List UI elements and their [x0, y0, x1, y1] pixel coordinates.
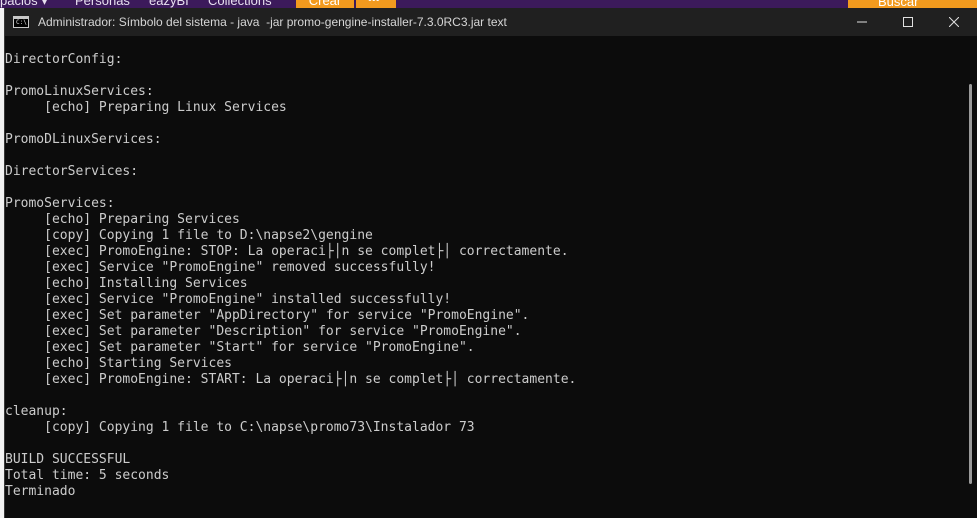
- scrollbar-thumb[interactable]: [969, 84, 972, 484]
- background-app-toolbar: pacios ▾ Personas eazyBI Collections Cre…: [0, 0, 977, 8]
- close-button[interactable]: [931, 8, 977, 36]
- console-line: [exec] Service "PromoEngine" removed suc…: [5, 260, 436, 275]
- console-line: [echo] Preparing Linux Services: [5, 100, 287, 115]
- console-line: cleanup:: [5, 404, 68, 419]
- bg-more-label: •••: [368, 0, 380, 6]
- command-prompt-icon: C:\: [13, 16, 29, 28]
- console-line: Terminado: [5, 484, 76, 499]
- console-line: [exec] Set parameter "Start" for service…: [5, 340, 475, 355]
- console-line: [copy] Copying 1 file to D:\napse2\gengi…: [5, 228, 373, 243]
- console-line: Total time: 5 seconds: [5, 468, 170, 483]
- bg-tab-collections[interactable]: Collections: [208, 0, 272, 8]
- bg-tab-eazybi[interactable]: eazyBI: [149, 0, 189, 8]
- minimize-icon: [857, 21, 867, 23]
- console-line: BUILD SUCCESSFUL: [5, 452, 131, 467]
- console-line: DirectorServices:: [5, 164, 139, 179]
- bg-tab-personas[interactable]: Personas: [75, 0, 130, 8]
- vertical-scrollbar[interactable]: [959, 36, 977, 518]
- console-line: PromoDLinuxServices:: [5, 132, 162, 147]
- command-prompt-icon-label: C:\: [16, 19, 27, 26]
- console-window[interactable]: C:\ Administrador: Símbolo del sistema -…: [4, 8, 977, 518]
- window-controls: [839, 8, 977, 36]
- console-line: [echo] Installing Services: [5, 276, 248, 291]
- console-line: PromoServices:: [5, 196, 115, 211]
- console-line: [exec] Set parameter "Description" for s…: [5, 324, 522, 339]
- console-text: DirectorConfig: PromoLinuxServices: [echo…: [5, 52, 576, 500]
- console-line: [echo] Starting Services: [5, 356, 232, 371]
- console-line: [echo] Preparing Services: [5, 212, 240, 227]
- maximize-icon: [903, 17, 913, 27]
- bg-search-field[interactable]: Buscar: [848, 0, 977, 8]
- console-line: [exec] Set parameter "AppDirectory" for …: [5, 308, 530, 323]
- console-line: [exec] PromoEngine: STOP: La operaci├│n …: [5, 244, 569, 259]
- title-bar[interactable]: C:\ Administrador: Símbolo del sistema -…: [5, 8, 977, 36]
- window-title: Administrador: Símbolo del sistema - jav…: [38, 15, 507, 29]
- console-line: [exec] PromoEngine: START: La operaci├│n…: [5, 372, 577, 387]
- console-line: PromoLinuxServices:: [5, 84, 154, 99]
- console-output[interactable]: DirectorConfig: PromoLinuxServices: [echo…: [5, 36, 960, 518]
- console-line: DirectorConfig:: [5, 52, 123, 67]
- bg-tab-spaces[interactable]: pacios ▾: [0, 0, 48, 8]
- bg-more-button[interactable]: •••: [356, 0, 396, 8]
- bg-crear-button[interactable]: Crear: [296, 0, 354, 8]
- console-line: [copy] Copying 1 file to C:\napse\promo7…: [5, 420, 475, 435]
- minimize-button[interactable]: [839, 8, 885, 36]
- bg-crear-label: Crear: [308, 0, 342, 8]
- close-icon: [949, 17, 959, 27]
- console-line: [exec] Service "PromoEngine" installed s…: [5, 292, 452, 307]
- maximize-button[interactable]: [885, 8, 931, 36]
- bg-search-label: Buscar: [878, 0, 919, 8]
